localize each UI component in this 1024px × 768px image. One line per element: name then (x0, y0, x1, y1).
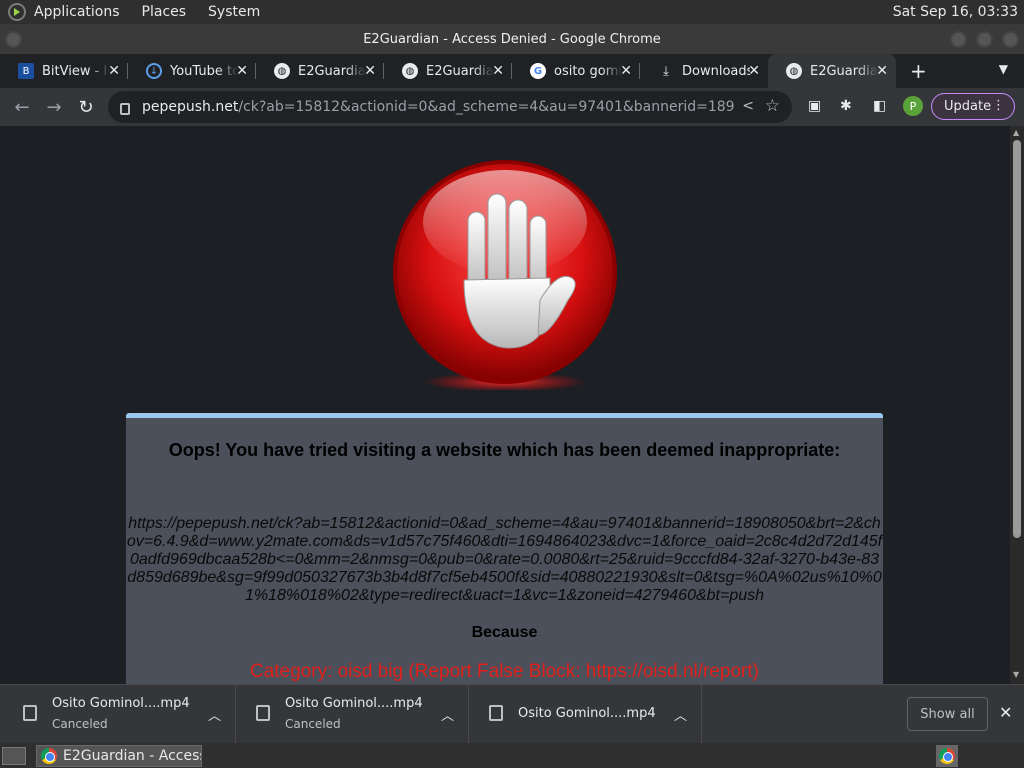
tab-close-icon[interactable]: ✕ (620, 63, 632, 79)
os-logo-icon[interactable] (8, 3, 26, 21)
window-title: E2Guardian - Access Denied - Google Chro… (363, 31, 661, 47)
denied-heading: Oops! You have tried visiting a website … (168, 440, 841, 460)
update-button[interactable]: Update ⋮ (931, 93, 1015, 120)
taskbar-window-button[interactable]: E2Guardian - Access... (36, 745, 202, 767)
tab-osito-gominol[interactable]: G osito gomi ✕ (512, 54, 640, 88)
forward-button[interactable]: → (38, 97, 70, 118)
globe-icon: ◍ (402, 63, 418, 79)
close-window-button[interactable] (1002, 31, 1019, 48)
tab-label: E2Guardian (426, 63, 494, 79)
globe-icon: ◍ (274, 63, 290, 79)
scroll-up-icon[interactable]: ▲ (1013, 128, 1019, 137)
url-text[interactable]: pepepush.net/ck?ab=15812&actionid=0&ad_s… (142, 99, 734, 115)
tab-close-icon[interactable]: ✕ (236, 63, 248, 79)
bitview-icon: B (18, 63, 34, 79)
tab-label: BitView - Int (42, 63, 110, 79)
tab-strip: B BitView - Int ✕ ↓ YouTube to ✕ ◍ E2Gua… (0, 54, 1024, 88)
tab-close-icon[interactable]: ✕ (108, 63, 120, 79)
os-taskbar: E2Guardian - Access... (0, 743, 1024, 768)
because-label: Because (471, 624, 538, 641)
download-filename: Osito Gominol....mp4 (285, 696, 423, 711)
file-icon (489, 705, 503, 721)
tab-close-icon[interactable]: ✕ (492, 63, 504, 79)
reload-button[interactable]: ↻ (70, 97, 102, 118)
os-top-panel: Applications Places System Sat Sep 16, 0… (0, 0, 1024, 24)
file-icon (23, 705, 37, 721)
window-menu-button[interactable] (5, 31, 22, 48)
side-panel-icon[interactable]: ◧ (873, 98, 886, 114)
page-content: Oops! You have tried visiting a website … (0, 126, 1010, 684)
back-button[interactable]: ← (6, 97, 38, 118)
download-filename: Osito Gominol....mp4 (518, 706, 656, 721)
tab-e2guardian-2[interactable]: ◍ E2Guardian ✕ (384, 54, 512, 88)
close-shelf-icon[interactable]: ✕ (999, 703, 1012, 722)
bookmark-star-icon[interactable]: ☆ (765, 96, 780, 116)
more-menu-icon[interactable]: ⋮ (992, 98, 1005, 113)
chevron-up-icon[interactable]: ︿ (674, 705, 687, 724)
show-all-button[interactable]: Show all (907, 697, 988, 731)
new-tab-button[interactable]: + (910, 59, 927, 83)
page-scrollbar[interactable]: ▲ ▼ (1010, 126, 1024, 684)
block-category: Category: oisd big (Report False Block: … (249, 661, 759, 682)
download-item[interactable]: Osito Gominol....mp4 Canceled ︿ (236, 685, 469, 743)
file-icon (256, 705, 270, 721)
tab-label: E2Guardian (810, 63, 878, 79)
access-denied-panel: Oops! You have tried visiting a website … (126, 413, 883, 684)
tab-label: Downloads (682, 63, 750, 79)
menu-applications[interactable]: Applications (34, 4, 120, 20)
chevron-up-icon[interactable]: ︿ (441, 705, 454, 724)
extensions-puzzle-icon[interactable]: ✱ (840, 98, 852, 114)
tab-close-icon[interactable]: ✕ (876, 63, 888, 79)
browser-toolbar: ← → ↻ pepepush.net/ck?ab=15812&actionid=… (0, 88, 1024, 126)
scroll-down-icon[interactable]: ▼ (1013, 670, 1019, 679)
lock-icon[interactable] (120, 103, 130, 115)
menu-places[interactable]: Places (142, 4, 187, 20)
tab-youtube-to[interactable]: ↓ YouTube to ✕ (128, 54, 256, 88)
menu-system[interactable]: System (208, 4, 260, 20)
chrome-icon (939, 748, 955, 764)
tab-e2guardian-1[interactable]: ◍ E2Guardian ✕ (256, 54, 384, 88)
share-icon[interactable]: < (742, 98, 754, 114)
download-status: Canceled (285, 717, 341, 731)
reader-extension-icon[interactable]: ▣ (808, 98, 821, 114)
update-label: Update (944, 99, 992, 114)
tab-downloads[interactable]: ⤓ Downloads ✕ (640, 54, 768, 88)
tab-close-icon[interactable]: ✕ (364, 63, 376, 79)
show-desktop-button[interactable] (2, 747, 26, 765)
address-bar[interactable]: pepepush.net/ck?ab=15812&actionid=0&ad_s… (108, 91, 792, 123)
taskbar-window-label: E2Guardian - Access... (63, 748, 201, 764)
tray-chrome-icon[interactable] (936, 745, 958, 767)
window-titlebar[interactable]: E2Guardian - Access Denied - Google Chro… (0, 24, 1024, 54)
maximize-button[interactable] (976, 31, 993, 48)
tab-label: YouTube to (170, 63, 238, 79)
scroll-thumb[interactable] (1013, 140, 1021, 538)
url-path: /ck?ab=15812&actionid=0&ad_scheme=4&au=9… (238, 99, 734, 115)
download-shelf: Osito Gominol....mp4 Canceled ︿ Osito Go… (0, 684, 1024, 743)
minimize-button[interactable] (950, 31, 967, 48)
globe-icon: ◍ (786, 63, 802, 79)
download-item[interactable]: Osito Gominol....mp4 Canceled ︿ (3, 685, 236, 743)
tab-label: osito gomi (554, 63, 622, 79)
url-domain: pepepush.net (142, 99, 239, 115)
tab-e2guardian-active[interactable]: ◍ E2Guardian ✕ (768, 54, 896, 88)
google-icon: G (530, 63, 546, 79)
tab-close-icon[interactable]: ✕ (748, 63, 760, 79)
stop-hand-icon (393, 160, 617, 390)
tab-label: E2Guardian (298, 63, 366, 79)
chevron-up-icon[interactable]: ︿ (208, 705, 221, 724)
download-cloud-icon: ↓ (146, 63, 162, 79)
profile-avatar[interactable]: P (903, 96, 923, 116)
download-filename: Osito Gominol....mp4 (52, 696, 190, 711)
blocked-url: https://pepepush.net/ck?ab=15812&actioni… (126, 515, 883, 604)
chrome-icon (41, 748, 57, 764)
download-item[interactable]: Osito Gominol....mp4 ︿ (469, 685, 702, 743)
tab-search-chevron-icon[interactable]: ▼ (999, 62, 1008, 76)
download-status: Canceled (52, 717, 108, 731)
clock[interactable]: Sat Sep 16, 03:33 (893, 4, 1018, 20)
download-icon: ⤓ (663, 63, 669, 79)
tab-bitview[interactable]: B BitView - Int ✕ (0, 54, 128, 88)
